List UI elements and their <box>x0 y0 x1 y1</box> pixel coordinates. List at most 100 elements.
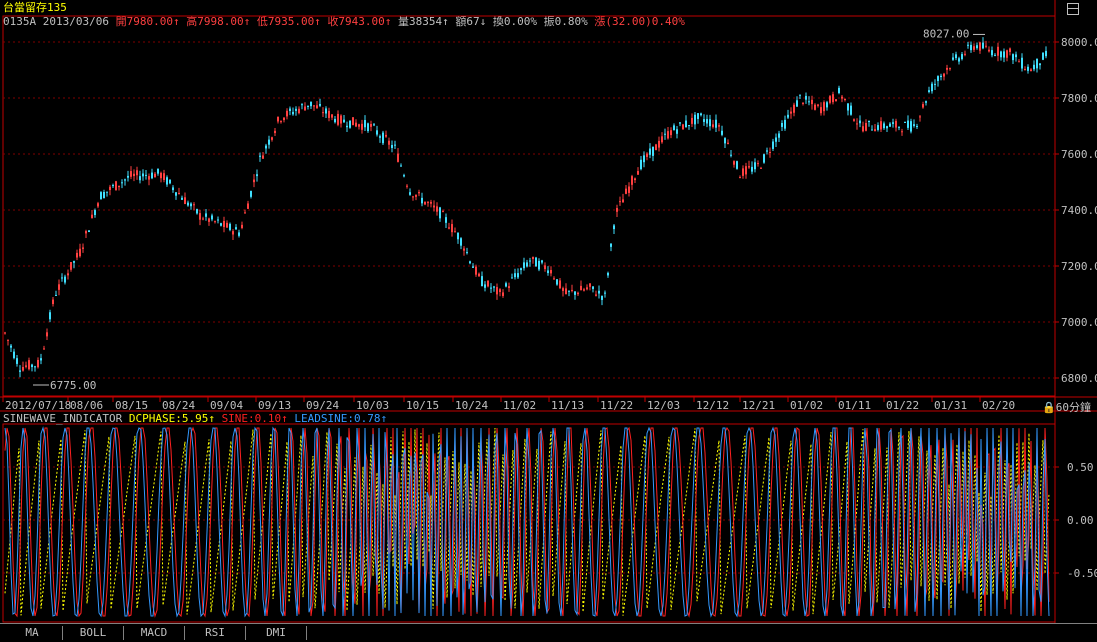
candlestick <box>499 288 501 297</box>
indicator-tick-label: 0.00 <box>1067 514 1094 527</box>
candle-body <box>928 90 930 92</box>
candle-body <box>967 44 969 46</box>
candle-body <box>598 290 600 294</box>
candle-body <box>646 153 648 157</box>
tab-macd[interactable]: MACD <box>124 626 185 640</box>
candlestick <box>202 216 204 221</box>
candlestick <box>544 262 546 272</box>
candle-body <box>718 125 720 127</box>
candlestick <box>241 221 243 230</box>
candlestick <box>88 230 90 233</box>
candlestick <box>958 56 960 65</box>
candlestick <box>91 209 93 219</box>
candle-body <box>238 232 240 236</box>
candle-body <box>133 173 135 177</box>
date-tick-label: 10/15 <box>406 399 439 412</box>
candle-body <box>853 119 855 121</box>
candlestick <box>847 103 849 116</box>
candle-body <box>286 110 288 117</box>
candlestick <box>517 268 519 280</box>
candlestick <box>784 115 786 131</box>
candle-body <box>271 137 273 140</box>
candle-body <box>961 54 963 60</box>
candlestick <box>250 190 252 199</box>
candle-body <box>493 286 495 288</box>
candle-body <box>643 155 645 163</box>
candle-body <box>433 205 435 208</box>
candle-body <box>349 120 351 128</box>
candle-body <box>61 277 63 279</box>
candlestick <box>298 106 300 115</box>
candlestick <box>223 216 225 233</box>
candlestick <box>742 165 744 179</box>
candlestick <box>487 279 489 288</box>
candle-body <box>940 75 942 77</box>
candle-body <box>388 140 390 145</box>
candle-body <box>1000 51 1002 58</box>
candlestick <box>640 156 642 171</box>
candle-body <box>895 120 897 128</box>
candlestick <box>448 222 450 230</box>
price-tick-label: 7000.00 <box>1061 316 1097 329</box>
candlestick <box>682 123 684 130</box>
candle-body <box>751 166 753 172</box>
candlestick <box>43 345 45 350</box>
date-tick-label: 12/12 <box>696 399 729 412</box>
candlestick <box>514 268 516 280</box>
candle-body <box>1018 61 1020 63</box>
candlestick <box>325 106 327 118</box>
candlestick <box>601 295 603 306</box>
candlestick <box>319 98 321 108</box>
candle-body <box>427 202 429 204</box>
candle-body <box>40 358 42 361</box>
candle-body <box>412 196 414 198</box>
candlestick <box>649 143 651 159</box>
candle-body <box>580 285 582 291</box>
candle-body <box>460 238 462 246</box>
candle-body <box>943 73 945 77</box>
indicator-tick-label: 0.50 <box>1067 461 1094 474</box>
candle-body <box>154 173 156 178</box>
low-price-label: 6775.00 <box>50 379 96 392</box>
candle-body <box>994 54 996 56</box>
candlestick <box>469 260 471 265</box>
candlestick <box>196 208 198 215</box>
candle-body <box>979 42 981 51</box>
candlestick <box>946 64 948 75</box>
candle-body <box>1042 52 1044 60</box>
candle-body <box>19 370 21 372</box>
candle-body <box>319 103 321 106</box>
candle-body <box>823 102 825 112</box>
candlestick <box>28 357 30 371</box>
candlestick <box>859 115 861 128</box>
tab-ma[interactable]: MA <box>2 626 63 640</box>
candlestick <box>931 81 933 94</box>
candlestick <box>7 339 9 346</box>
candle-body <box>937 76 939 82</box>
candlestick <box>511 273 513 279</box>
candle-body <box>454 231 456 233</box>
candle-body <box>670 130 672 136</box>
period-selector[interactable]: 🔒60分鐘 <box>1042 399 1091 415</box>
candlestick <box>313 105 315 111</box>
candle-body <box>763 154 765 163</box>
candle-body <box>199 213 201 220</box>
candle-body <box>331 114 333 118</box>
candlestick <box>892 118 894 128</box>
tab-boll[interactable]: BOLL <box>63 626 124 640</box>
tab-dmi[interactable]: DMI <box>246 626 307 640</box>
candlestick <box>493 285 495 292</box>
candlestick <box>880 117 882 133</box>
date-tick-label: 11/13 <box>551 399 584 412</box>
candlestick <box>928 86 930 94</box>
candlestick <box>994 53 996 57</box>
candlestick <box>991 46 993 58</box>
candlestick <box>106 191 108 197</box>
candle-body <box>226 222 228 228</box>
candle-body <box>466 252 468 254</box>
candlestick <box>337 110 339 127</box>
price-tick-label: 8000.00 <box>1061 36 1097 49</box>
price-chart[interactable]: 8000.00 7800.00 7600.00 7400.00 7200.00 7000.… <box>0 0 1097 641</box>
candlestick <box>775 133 777 147</box>
tab-rsi[interactable]: RSI <box>185 626 246 640</box>
